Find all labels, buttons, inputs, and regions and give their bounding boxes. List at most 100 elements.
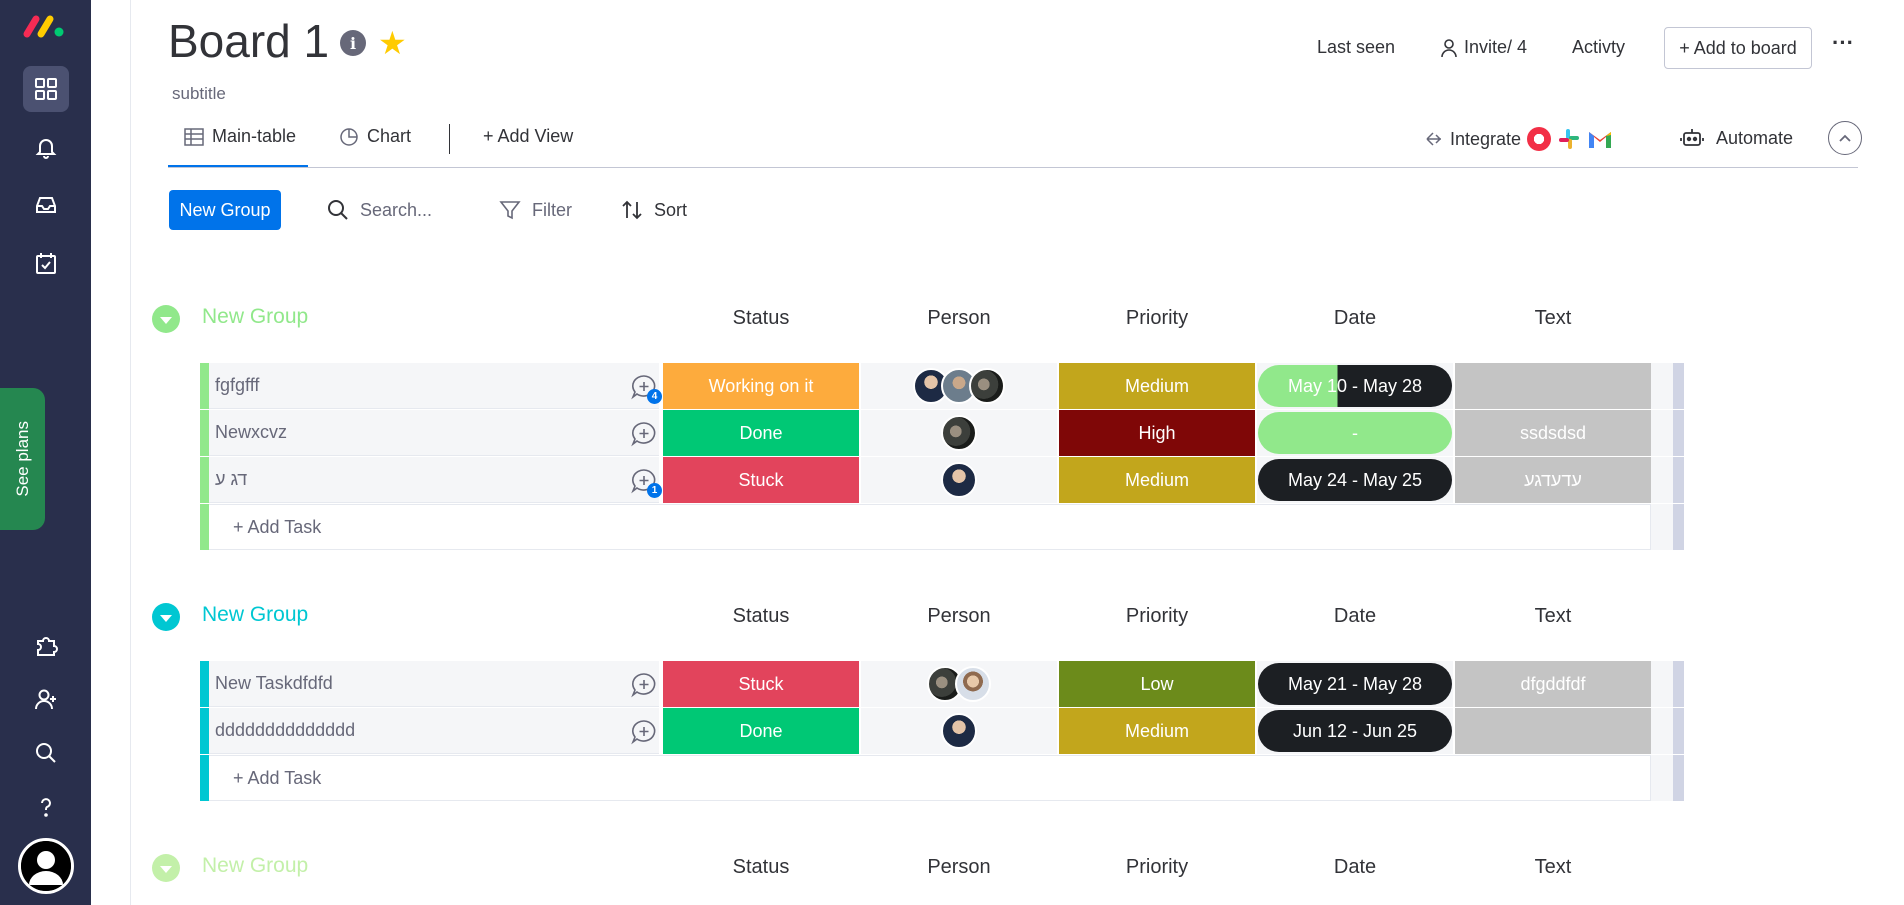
more-options-icon[interactable]: ··· bbox=[1832, 30, 1854, 56]
my-work-icon[interactable] bbox=[23, 240, 69, 286]
table-row[interactable]: Newxcvz Done High - ssdsdsd bbox=[200, 410, 1684, 456]
date-cell[interactable]: May 21 - May 28 bbox=[1257, 661, 1453, 707]
table-row[interactable]: fgfgfff 4 Working on it Medium May 10 - … bbox=[200, 363, 1684, 409]
item-name-cell[interactable]: dddddddddddddd bbox=[209, 708, 659, 754]
person-cell[interactable] bbox=[861, 410, 1057, 456]
automate-button[interactable]: Automate bbox=[1680, 127, 1793, 149]
column-header-priority[interactable]: Priority bbox=[1059, 605, 1255, 628]
search-input[interactable]: Search... bbox=[360, 200, 432, 221]
column-header-status[interactable]: Status bbox=[663, 307, 859, 330]
column-header-date[interactable]: Date bbox=[1257, 605, 1453, 628]
add-update-icon[interactable]: 1 bbox=[630, 467, 662, 498]
add-update-icon[interactable] bbox=[630, 718, 658, 746]
column-header-status[interactable]: Status bbox=[663, 605, 859, 628]
notifications-icon[interactable] bbox=[23, 124, 69, 170]
column-header-text[interactable]: Text bbox=[1455, 605, 1651, 628]
tab-main-table[interactable]: Main-table bbox=[184, 126, 296, 147]
inbox-icon[interactable] bbox=[23, 182, 69, 228]
tab-chart[interactable]: Chart bbox=[339, 126, 411, 147]
table-row[interactable]: New Taskdfdfd Stuck Low May 21 - May 28 … bbox=[200, 661, 1684, 707]
add-task-input[interactable]: + Add Task bbox=[233, 517, 321, 538]
status-cell[interactable]: Done bbox=[663, 410, 859, 456]
group-title[interactable]: New Group bbox=[202, 603, 308, 627]
item-name[interactable]: Newxcvz bbox=[215, 422, 287, 443]
column-header-priority[interactable]: Priority bbox=[1059, 856, 1255, 879]
search-icon[interactable] bbox=[23, 730, 69, 776]
item-name[interactable]: New Taskdfdfd bbox=[215, 673, 333, 694]
item-name[interactable]: דג ע bbox=[215, 469, 247, 490]
column-header-status[interactable]: Status bbox=[663, 856, 859, 879]
status-cell[interactable]: Stuck bbox=[663, 457, 859, 503]
add-update-icon[interactable]: 4 bbox=[630, 373, 662, 404]
add-update-icon[interactable] bbox=[630, 671, 658, 699]
text-cell[interactable]: ssdsdsd bbox=[1455, 410, 1651, 456]
info-icon[interactable]: i bbox=[340, 30, 366, 56]
person-cell[interactable] bbox=[861, 661, 1057, 707]
group-collapse-icon[interactable] bbox=[152, 854, 180, 882]
column-header-person[interactable]: Person bbox=[861, 605, 1057, 628]
add-task-box[interactable]: + Add Task bbox=[209, 755, 1651, 801]
item-name[interactable]: fgfgfff bbox=[215, 375, 259, 396]
last-seen-button[interactable]: Last seen bbox=[1317, 37, 1395, 58]
star-icon[interactable]: ★ bbox=[378, 24, 407, 62]
user-avatar[interactable] bbox=[18, 838, 74, 894]
group-title[interactable]: New Group bbox=[202, 854, 308, 878]
item-name-cell[interactable]: דג ע 1 bbox=[209, 457, 662, 503]
item-name-cell[interactable]: Newxcvz bbox=[209, 410, 659, 456]
add-task-box[interactable]: + Add Task bbox=[209, 504, 1651, 550]
date-cell[interactable]: May 24 - May 25 bbox=[1257, 457, 1453, 503]
add-task-row[interactable]: + Add Task bbox=[200, 755, 1684, 801]
invite-members-icon[interactable] bbox=[23, 676, 69, 722]
search-box[interactable]: Search... bbox=[326, 198, 432, 222]
column-header-text[interactable]: Text bbox=[1455, 307, 1651, 330]
date-cell[interactable]: - bbox=[1257, 410, 1453, 456]
text-cell[interactable]: dfgddfdf bbox=[1455, 661, 1651, 707]
collapse-header-button[interactable] bbox=[1828, 121, 1862, 155]
status-cell[interactable]: Stuck bbox=[663, 661, 859, 707]
integrate-button[interactable]: Integrate bbox=[1424, 127, 1613, 151]
table-row[interactable]: דג ע 1 Stuck Medium May 24 - May 25 עדעד… bbox=[200, 457, 1684, 503]
board-title[interactable]: Board 1 bbox=[168, 14, 329, 68]
filter-button[interactable]: Filter bbox=[498, 198, 572, 222]
help-icon[interactable] bbox=[23, 784, 69, 830]
column-header-date[interactable]: Date bbox=[1257, 307, 1453, 330]
see-plans-button[interactable]: See plans bbox=[0, 388, 45, 530]
add-view-button[interactable]: + Add View bbox=[483, 126, 573, 147]
status-cell[interactable]: Done bbox=[663, 708, 859, 754]
text-cell[interactable]: עדעדגע bbox=[1455, 457, 1651, 503]
add-update-icon[interactable] bbox=[630, 420, 658, 448]
add-task-row[interactable]: + Add Task bbox=[200, 504, 1684, 550]
priority-cell[interactable]: Low bbox=[1059, 661, 1255, 707]
priority-cell[interactable]: Medium bbox=[1059, 363, 1255, 409]
priority-cell[interactable]: Medium bbox=[1059, 708, 1255, 754]
new-group-button[interactable]: New Group bbox=[169, 190, 281, 230]
column-header-date[interactable]: Date bbox=[1257, 856, 1453, 879]
apps-icon[interactable] bbox=[23, 622, 69, 668]
priority-cell[interactable]: Medium bbox=[1059, 457, 1255, 503]
person-cell[interactable] bbox=[861, 708, 1057, 754]
activity-button[interactable]: Activty bbox=[1572, 37, 1625, 58]
board-subtitle[interactable]: subtitle bbox=[172, 84, 226, 104]
group-collapse-icon[interactable] bbox=[152, 305, 180, 333]
group-collapse-icon[interactable] bbox=[152, 603, 180, 631]
add-to-board-button[interactable]: + Add to board bbox=[1664, 27, 1812, 69]
sort-button[interactable]: Sort bbox=[620, 198, 687, 222]
group-title[interactable]: New Group bbox=[202, 305, 308, 329]
column-header-person[interactable]: Person bbox=[861, 856, 1057, 879]
person-cell[interactable] bbox=[861, 363, 1057, 409]
item-name-cell[interactable]: fgfgfff 4 bbox=[209, 363, 662, 409]
text-cell[interactable] bbox=[1455, 708, 1651, 754]
date-cell[interactable]: Jun 12 - Jun 25 bbox=[1257, 708, 1453, 754]
add-task-input[interactable]: + Add Task bbox=[233, 768, 321, 789]
column-header-priority[interactable]: Priority bbox=[1059, 307, 1255, 330]
date-cell[interactable]: May 10 - May 28 bbox=[1257, 363, 1453, 409]
priority-cell[interactable]: High bbox=[1059, 410, 1255, 456]
column-header-person[interactable]: Person bbox=[861, 307, 1057, 330]
column-header-text[interactable]: Text bbox=[1455, 856, 1651, 879]
invite-button[interactable]: Invite/ 4 bbox=[1440, 37, 1527, 58]
text-cell[interactable] bbox=[1455, 363, 1651, 409]
status-cell[interactable]: Working on it bbox=[663, 363, 859, 409]
item-name-cell[interactable]: New Taskdfdfd bbox=[209, 661, 659, 707]
monday-logo-icon[interactable] bbox=[22, 10, 70, 42]
table-row[interactable]: dddddddddddddd Done Medium Jun 12 - Jun … bbox=[200, 708, 1684, 754]
